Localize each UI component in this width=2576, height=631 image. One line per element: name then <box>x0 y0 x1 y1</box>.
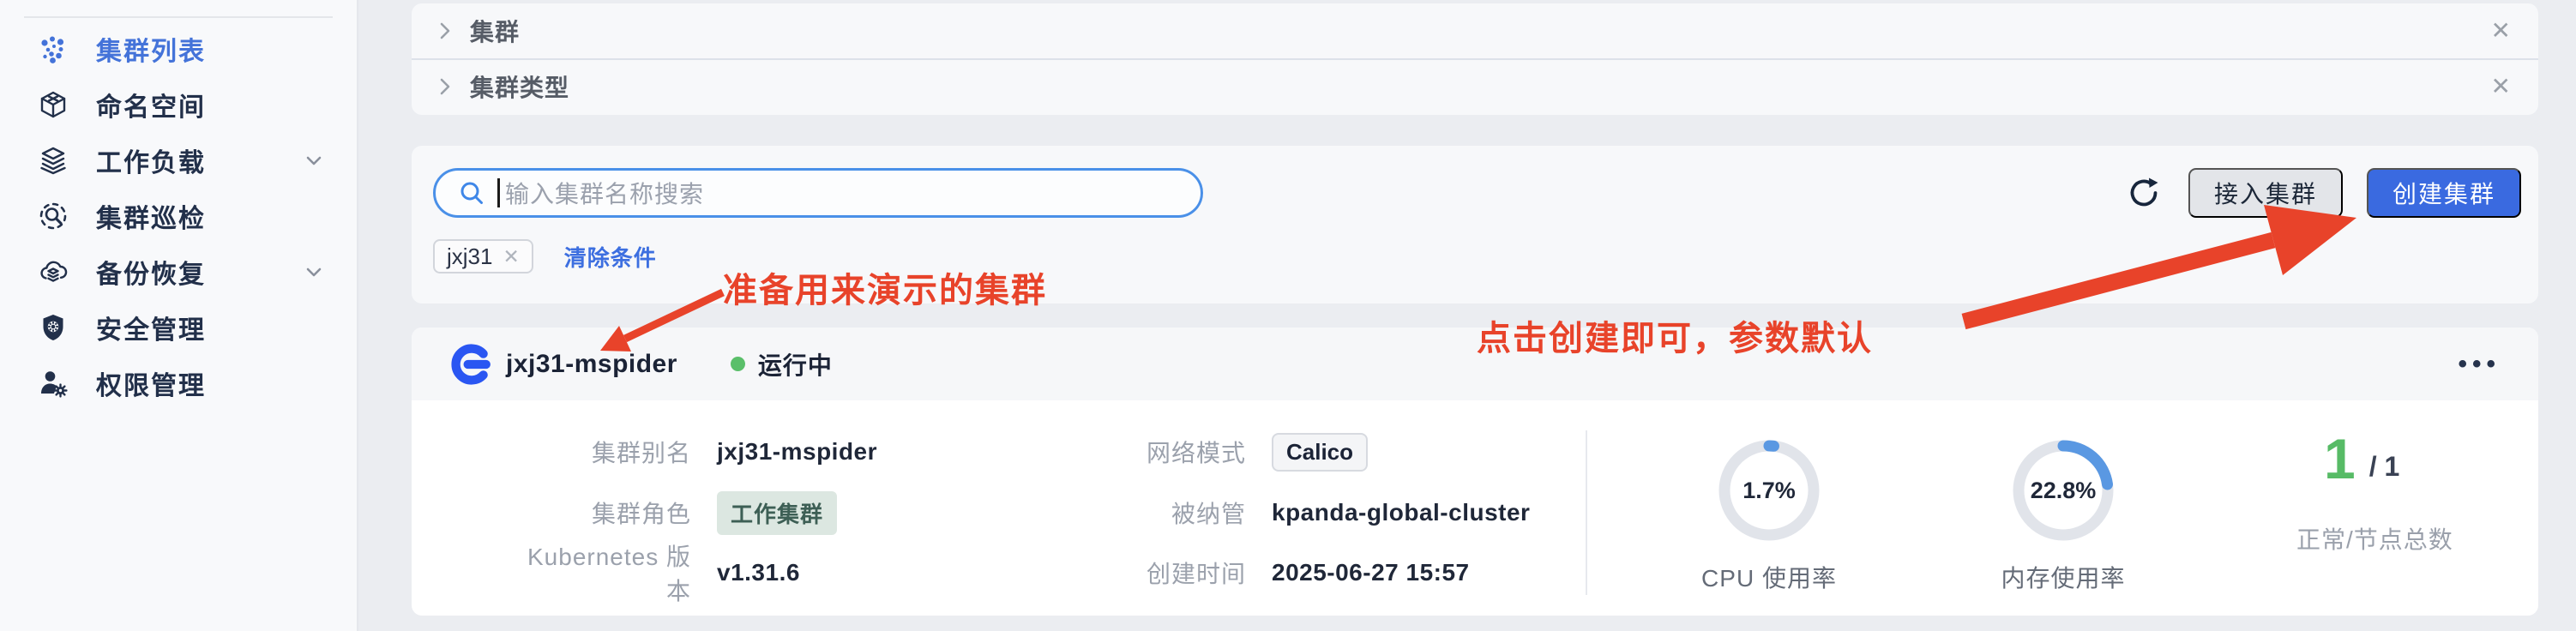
filter-panels: 集群 ✕ 集群类型 ✕ <box>412 3 2538 115</box>
cpu-usage-label: CPU 使用率 <box>1658 560 1881 594</box>
nodes-summary-label: 正常/节点总数 <box>2296 521 2453 556</box>
detail-label: 被纳管 <box>1046 496 1246 530</box>
status-badge: 运行中 <box>758 347 833 382</box>
toolbar-actions: 接入集群 创建集群 <box>2125 168 2521 218</box>
sidebar-item-label: 权限管理 <box>96 364 206 402</box>
close-icon[interactable]: ✕ <box>2491 19 2511 43</box>
chevron-right-icon[interactable] <box>434 75 456 98</box>
detail-value: kpanda-global-cluster <box>1272 499 1530 526</box>
cpu-donut-chart: 1.7% <box>1713 435 1825 546</box>
memory-usage-label: 内存使用率 <box>1952 560 2175 594</box>
text-caret <box>497 178 500 207</box>
nodes-ready-count: 1 <box>2324 435 2356 483</box>
backup-icon <box>38 256 69 287</box>
more-actions-icon[interactable]: ••• <box>2458 352 2501 377</box>
sidebar-item-namespace[interactable]: 命名空间 <box>0 76 357 132</box>
vertical-divider <box>1586 430 1587 595</box>
detail-label: 集群别名 <box>515 435 691 469</box>
detail-row: Kubernetes 版本 v1.31.6 <box>515 554 800 592</box>
detail-value: 2025-06-27 15:57 <box>1272 559 1470 586</box>
sidebar: 集群列表 命名空间 工作负载 <box>0 0 358 631</box>
memory-usage-metric: 22.8% 内存使用率 <box>1952 435 2175 594</box>
detail-row: 网络模式 Calico <box>1046 433 1368 471</box>
chevron-down-icon[interactable] <box>302 148 326 172</box>
sidebar-divider <box>24 16 333 18</box>
annotation-note-create-default: 点击创建即可，参数默认 <box>1477 310 1873 360</box>
detail-row: 集群角色 工作集群 <box>515 494 837 532</box>
search-placeholder: 输入集群名称搜索 <box>505 176 704 210</box>
panel-label: 集群类型 <box>470 69 569 104</box>
sidebar-item-workload[interactable]: 工作负载 <box>0 132 357 188</box>
search-row: 输入集群名称搜索 接入集群 创建集群 <box>412 146 2538 218</box>
sidebar-item-label: 集群巡检 <box>96 197 206 235</box>
annotation-note-demo-cluster: 准备用来演示的集群 <box>723 262 1047 312</box>
panel-row-cluster[interactable]: 集群 ✕ <box>412 3 2538 58</box>
sidebar-item-label: 集群列表 <box>96 30 206 68</box>
cluster-role-badge: 工作集群 <box>717 491 837 535</box>
cluster-name[interactable]: jxj31-mspider <box>506 350 677 379</box>
search-icon <box>458 179 485 207</box>
sidebar-item-label: 工作负载 <box>96 141 206 179</box>
cluster-logo-icon <box>449 342 494 387</box>
filter-tag[interactable]: jxj31 ✕ <box>433 239 533 273</box>
cpu-usage-value: 1.7% <box>1713 435 1825 546</box>
cluster-list-icon <box>38 33 69 64</box>
sidebar-item-label: 命名空间 <box>96 86 206 123</box>
security-shield-icon <box>38 312 69 343</box>
cluster-card-header: jxj31-mspider 运行中 ••• <box>412 328 2538 400</box>
namespace-icon <box>38 89 69 120</box>
cpu-usage-metric: 1.7% CPU 使用率 <box>1658 435 1881 594</box>
memory-usage-value: 22.8% <box>2007 435 2119 546</box>
detail-row: 集群别名 jxj31-mspider <box>515 433 877 471</box>
detail-value: jxj31-mspider <box>717 438 877 466</box>
detail-label: 集群角色 <box>515 496 691 530</box>
close-icon[interactable]: ✕ <box>2491 75 2511 99</box>
network-mode-badge: Calico <box>1272 433 1368 472</box>
refresh-icon[interactable] <box>2125 174 2163 212</box>
cluster-card-body: 集群别名 jxj31-mspider 集群角色 工作集群 Kubernetes … <box>412 400 2538 616</box>
detail-label: Kubernetes 版本 <box>515 538 691 607</box>
workload-icon <box>38 145 69 176</box>
cluster-card: jxj31-mspider 运行中 ••• 集群别名 jxj31-mspider… <box>412 328 2538 616</box>
memory-donut-chart: 22.8% <box>2007 435 2119 546</box>
sidebar-item-security[interactable]: 安全管理 <box>0 299 357 355</box>
connect-cluster-button[interactable]: 接入集群 <box>2188 168 2343 218</box>
permission-user-gear-icon <box>38 368 69 399</box>
nodes-total-count: / 1 <box>2369 451 2400 483</box>
sidebar-item-label: 备份恢复 <box>96 253 206 291</box>
detail-row: 被纳管 kpanda-global-cluster <box>1046 494 1530 532</box>
sidebar-item-permission[interactable]: 权限管理 <box>0 355 357 411</box>
create-cluster-button[interactable]: 创建集群 <box>2367 168 2521 218</box>
clear-filters-link[interactable]: 清除条件 <box>564 241 657 273</box>
sidebar-item-inspection[interactable]: 集群巡检 <box>0 188 357 243</box>
status-dot <box>731 357 745 371</box>
chevron-down-icon[interactable] <box>302 260 326 284</box>
chevron-right-icon[interactable] <box>434 20 456 42</box>
sidebar-item-label: 安全管理 <box>96 309 206 346</box>
inspection-icon <box>38 201 69 231</box>
sidebar-nav: 集群列表 命名空间 工作负载 <box>0 21 357 411</box>
sidebar-item-cluster-list[interactable]: 集群列表 <box>0 21 357 76</box>
detail-label: 创建时间 <box>1046 556 1246 590</box>
search-input[interactable]: 输入集群名称搜索 <box>433 168 1203 218</box>
detail-label: 网络模式 <box>1046 435 1246 469</box>
detail-row: 创建时间 2025-06-27 15:57 <box>1046 554 1470 592</box>
detail-value: v1.31.6 <box>717 559 800 586</box>
remove-filter-icon[interactable]: ✕ <box>503 247 519 267</box>
panel-label: 集群 <box>470 14 520 48</box>
sidebar-item-backup[interactable]: 备份恢复 <box>0 243 357 299</box>
filter-tag-text: jxj31 <box>447 243 492 270</box>
panel-row-cluster-type[interactable]: 集群类型 ✕ <box>412 58 2538 113</box>
nodes-summary: 1 / 1 <box>2324 435 2399 483</box>
